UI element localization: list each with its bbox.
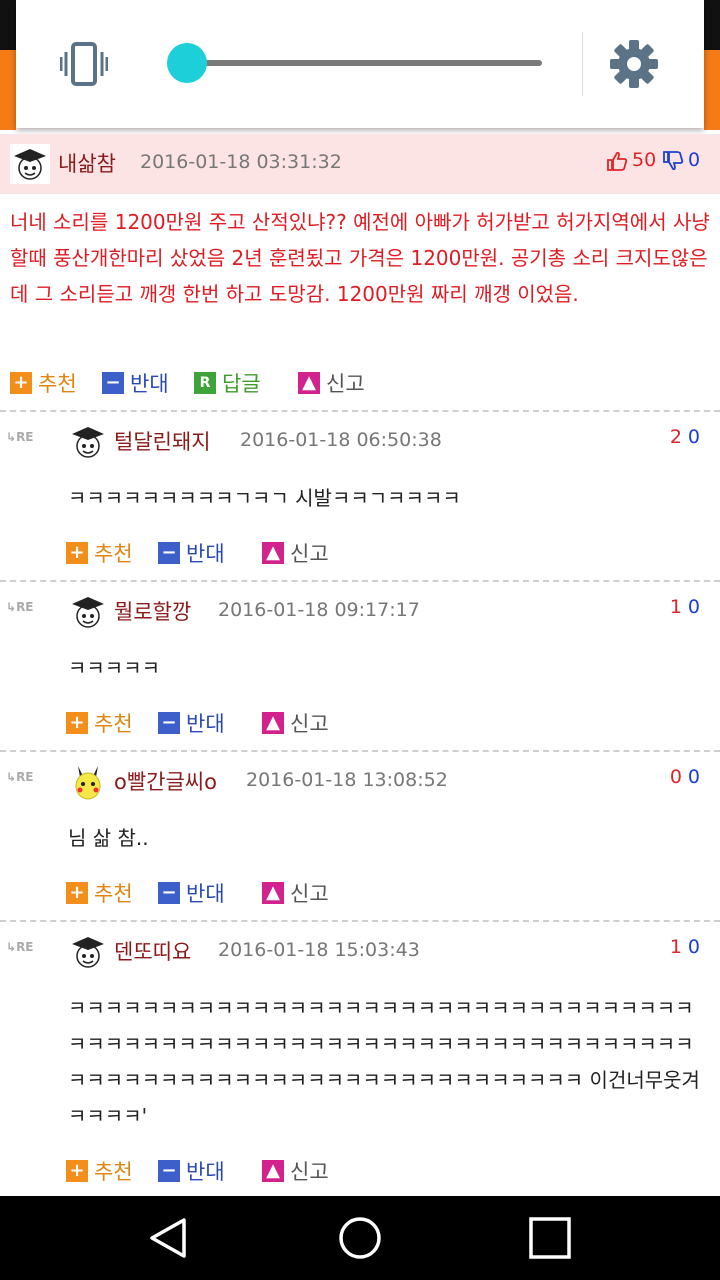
post-actions: + 추천 − 반대 R 답글 ▲ 신고 — [10, 368, 410, 398]
home-icon[interactable] — [336, 1214, 384, 1262]
reply-icon: R — [194, 372, 216, 394]
minus-icon: − — [158, 542, 180, 564]
avatar-icon — [75, 766, 101, 800]
comment-actions: + 추천 − 반대 ▲ 신고 — [66, 1156, 366, 1186]
reply-button[interactable]: R 답글 — [194, 368, 261, 398]
comment-nickname[interactable]: 털달린돼지 — [114, 426, 211, 456]
thumbs-up-icon[interactable] — [606, 150, 628, 172]
siren-icon: ▲ — [262, 882, 284, 904]
avatar-icon — [72, 937, 104, 968]
comment-actions: + 추천 − 반대 ▲ 신고 — [66, 708, 366, 738]
report-button[interactable]: ▲ 신고 — [262, 708, 329, 738]
plus-icon: + — [66, 542, 88, 564]
plus-icon: + — [10, 372, 32, 394]
siren-icon: ▲ — [298, 372, 320, 394]
post-body-text: 너네 소리를 1200만원 주고 산적있냐?? 예전에 아빠가 허가받고 허가지… — [10, 210, 710, 306]
comment-datetime: 2016-01-18 06:50:38 — [240, 429, 442, 451]
comment-nickname[interactable]: 뭘로할깡 — [114, 596, 191, 626]
minus-icon: − — [158, 882, 180, 904]
recommend-button[interactable]: + 추천 — [66, 878, 133, 908]
comment-body-text: ㅋㅋㅋㅋㅋㅋㅋㅋㅋㄱㅋㄱ 시발ㅋㅋㄱㅋㅋㅋㅋ — [68, 486, 461, 510]
thumbs-down-icon[interactable] — [662, 150, 684, 172]
recents-icon[interactable] — [526, 1214, 574, 1262]
recommend-button[interactable]: + 추천 — [66, 538, 133, 568]
comment-body-text: 님 삶 참.. — [68, 826, 149, 850]
divider — [0, 410, 720, 412]
comment-score: 00 — [669, 766, 700, 788]
plus-icon: + — [66, 712, 88, 734]
siren-icon: ▲ — [262, 712, 284, 734]
site-header-strip-left — [0, 50, 16, 130]
report-button[interactable]: ▲ 신고 — [262, 1156, 329, 1186]
post-datetime: 2016-01-18 03:31:32 — [140, 151, 342, 173]
screen: { "brightness_panel": { "brightness_leve… — [0, 0, 720, 1280]
comment-actions: + 추천 − 반대 ▲ 신고 — [66, 538, 366, 568]
comment-actions: + 추천 − 반대 ▲ 신고 — [66, 878, 366, 908]
report-button[interactable]: ▲ 신고 — [262, 538, 329, 568]
navigation-bar — [0, 1196, 720, 1280]
avatar-icon — [10, 144, 50, 184]
post-downvote-count: 0 — [688, 149, 701, 171]
brightness-slider-thumb[interactable] — [166, 43, 207, 83]
siren-icon: ▲ — [262, 542, 284, 564]
plus-icon: + — [66, 1160, 88, 1182]
reply-indicator-icon: ↳RE — [6, 600, 34, 614]
avatar-icon — [72, 427, 104, 458]
comment-datetime: 2016-01-18 09:17:17 — [218, 599, 420, 621]
divider — [0, 750, 720, 752]
plus-icon: + — [66, 882, 88, 904]
reply-indicator-icon: ↳RE — [6, 430, 34, 444]
report-button[interactable]: ▲ 신고 — [262, 878, 329, 908]
comment-body-text: ㅋㅋㅋㅋㅋ — [68, 656, 160, 680]
brightness-slider-track[interactable] — [168, 60, 542, 66]
oppose-button[interactable]: − 반대 — [102, 368, 169, 398]
oppose-button[interactable]: − 반대 — [158, 708, 225, 738]
panel-divider — [582, 32, 583, 96]
comment-score: 10 — [669, 596, 700, 618]
recommend-button[interactable]: + 추천 — [66, 708, 133, 738]
comment-datetime: 2016-01-18 15:03:43 — [218, 939, 420, 961]
minus-icon: − — [158, 1160, 180, 1182]
comment-score: 20 — [669, 426, 700, 448]
oppose-button[interactable]: − 반대 — [158, 878, 225, 908]
report-button[interactable]: ▲ 신고 — [298, 368, 365, 398]
site-header-strip-right — [704, 50, 720, 130]
post-author-nickname[interactable]: 내삶참 — [58, 148, 116, 178]
comment-nickname[interactable]: 덴또띠요 — [114, 936, 191, 966]
settings-gear-icon[interactable] — [609, 39, 659, 89]
vibrate-icon[interactable] — [60, 40, 108, 88]
oppose-button[interactable]: − 반대 — [158, 538, 225, 568]
avatar-icon — [72, 597, 104, 628]
reply-indicator-icon: ↳RE — [6, 940, 34, 954]
comment-body-text: ㅋㅋㅋㅋㅋㅋㅋㅋㅋㅋㅋㅋㅋㅋㅋㅋㅋㅋㅋㅋㅋㅋㅋㅋㅋㅋㅋㅋㅋㅋㅋㅋㅋㅋㅋㅋㅋㅋㅋㅋ… — [68, 996, 700, 1128]
oppose-button[interactable]: − 반대 — [158, 1156, 225, 1186]
minus-icon: − — [158, 712, 180, 734]
siren-icon: ▲ — [262, 1160, 284, 1182]
divider — [0, 580, 720, 582]
minus-icon: − — [102, 372, 124, 394]
recommend-button[interactable]: + 추천 — [66, 1156, 133, 1186]
post-header: 내삶참 2016-01-18 03:31:32 50 0 — [0, 134, 720, 194]
back-icon[interactable] — [146, 1214, 194, 1262]
recommend-button[interactable]: + 추천 — [10, 368, 77, 398]
comment-datetime: 2016-01-18 13:08:52 — [246, 769, 448, 791]
post-upvote-count: 50 — [632, 149, 657, 171]
brightness-panel — [16, 0, 704, 128]
divider — [0, 920, 720, 922]
comment-nickname[interactable]: o빨간글씨o — [114, 766, 217, 796]
comment-score: 10 — [669, 936, 700, 958]
reply-indicator-icon: ↳RE — [6, 770, 34, 784]
